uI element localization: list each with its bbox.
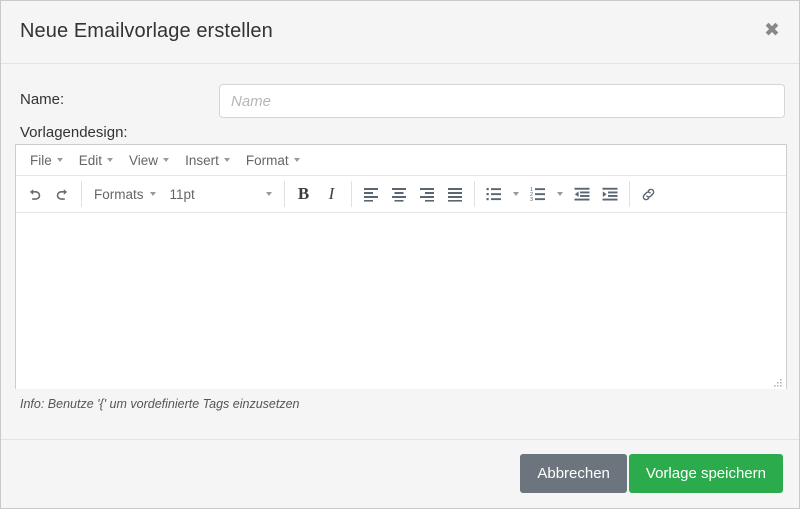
chevron-down-icon <box>163 158 170 162</box>
chevron-down-icon <box>512 192 519 196</box>
menu-item-format-label: Format <box>245 152 289 168</box>
numbered-list-icon[interactable]: 1 2 3 <box>524 181 552 207</box>
outdent-icon[interactable] <box>568 181 596 207</box>
chevron-down-icon <box>293 158 300 162</box>
toolbar-separator <box>283 181 285 207</box>
editor-toolbar: Formats 11pt B I 1 2 3 <box>16 176 786 213</box>
toolbar-separator <box>628 181 630 207</box>
italic-button[interactable]: I <box>318 181 346 207</box>
bullet-list-icon[interactable] <box>480 181 508 207</box>
menu-item-file[interactable]: File <box>22 151 71 170</box>
menu-item-format[interactable]: Format <box>238 151 308 170</box>
menu-item-insert-label: Insert <box>185 152 219 168</box>
template-design-label: Vorlagendesign: <box>20 124 128 141</box>
modal-footer: Abbrechen Vorlage speichern <box>1 440 799 508</box>
bullet-list-dropdown[interactable] <box>508 181 524 207</box>
align-left-icon[interactable] <box>357 181 385 207</box>
menu-item-view-label: View <box>129 152 159 168</box>
link-icon[interactable] <box>635 181 663 207</box>
toolbar-separator <box>81 181 82 207</box>
chevron-down-icon <box>56 158 63 162</box>
formats-label: Formats <box>94 186 144 202</box>
info-hint: Info: Benutze '{' um vordefinierte Tags … <box>20 397 300 411</box>
formats-dropdown[interactable]: Formats <box>87 184 163 205</box>
menu-item-insert[interactable]: Insert <box>177 151 238 170</box>
align-justify-icon[interactable] <box>441 181 469 207</box>
undo-icon[interactable] <box>20 181 48 207</box>
menu-item-file-label: File <box>30 152 52 168</box>
resize-grip-icon[interactable] <box>772 375 783 387</box>
chevron-down-icon <box>223 158 230 162</box>
cancel-button[interactable]: Abbrechen <box>520 454 627 493</box>
chevron-down-icon <box>149 192 156 196</box>
svg-text:3: 3 <box>530 197 533 202</box>
save-template-button[interactable]: Vorlage speichern <box>628 454 783 493</box>
page-title: Neue Emailvorlage erstellen <box>20 20 273 42</box>
name-input[interactable] <box>219 84 785 118</box>
chevron-down-icon <box>265 192 272 196</box>
fontsize-value: 11pt <box>169 186 195 202</box>
create-email-template-modal: Neue Emailvorlage erstellen ✖ Name: Vorl… <box>0 0 800 509</box>
modal-header: Neue Emailvorlage erstellen ✖ <box>1 1 799 64</box>
menu-item-view[interactable]: View <box>121 151 177 170</box>
editor-content-area[interactable] <box>16 213 786 389</box>
numbered-list-dropdown[interactable] <box>552 181 568 207</box>
indent-icon[interactable] <box>596 181 624 207</box>
redo-icon[interactable] <box>48 181 76 207</box>
toolbar-separator <box>350 181 352 207</box>
align-right-icon[interactable] <box>413 181 441 207</box>
modal-body: Name: Vorlagendesign: File Edit View <box>1 64 799 440</box>
name-field-row: Name: <box>20 84 785 118</box>
editor-menubar: File Edit View Insert Format <box>16 145 786 176</box>
chevron-down-icon <box>107 158 114 162</box>
close-icon[interactable]: ✖ <box>760 18 784 42</box>
name-label: Name: <box>20 91 65 108</box>
align-center-icon[interactable] <box>385 181 413 207</box>
footer-button-group: Abbrechen Vorlage speichern <box>520 454 783 493</box>
menu-item-edit-label: Edit <box>78 152 103 168</box>
richtext-editor: File Edit View Insert Format Formats 11p… <box>15 144 787 389</box>
bold-button[interactable]: B <box>290 181 318 207</box>
toolbar-separator <box>473 181 475 207</box>
fontsize-dropdown[interactable]: 11pt <box>163 184 279 205</box>
chevron-down-icon <box>556 192 563 196</box>
menu-item-edit[interactable]: Edit <box>71 151 121 170</box>
